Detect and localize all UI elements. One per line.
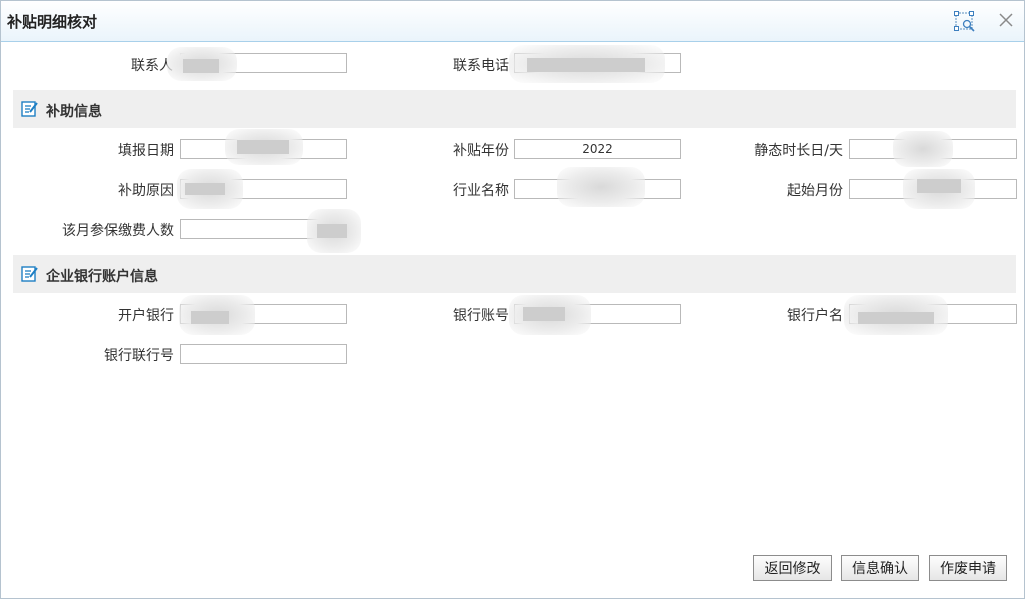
fill-date-label: 填报日期 (118, 143, 174, 159)
account-name-label: 银行户名 (787, 308, 843, 324)
close-icon[interactable] (999, 13, 1013, 31)
redacted-mask (844, 295, 948, 335)
bank-section-title: 企业银行账户信息 (46, 269, 158, 285)
redacted-mask (179, 295, 255, 335)
start-month-label: 起始月份 (787, 183, 843, 199)
redacted-mask (893, 131, 953, 167)
industry-label: 行业名称 (453, 183, 509, 199)
redacted-mask (903, 169, 975, 209)
subsidy-detail-dialog: 补贴明细核对 联系人 联系电话 补助信息 填报日期 补贴年份 2022 静态时长… (0, 0, 1025, 599)
subsidy-section-title: 补助信息 (46, 104, 102, 120)
subsidy-year-input[interactable] (514, 139, 681, 159)
bank-section-header: 企业银行账户信息 (13, 255, 1016, 293)
redacted-mask (225, 129, 303, 165)
redacted-mask (557, 167, 645, 207)
fit-window-icon[interactable] (954, 11, 976, 37)
void-application-button[interactable]: 作废申请 (929, 555, 1007, 581)
bank-label: 开户银行 (118, 308, 174, 324)
edit-note-icon (21, 100, 39, 122)
edit-note-icon (21, 265, 39, 287)
bank-code-input[interactable] (180, 344, 347, 364)
redacted-mask (177, 169, 243, 209)
static-days-label: 静态时长日/天 (754, 143, 843, 159)
bank-code-label: 银行联行号 (104, 348, 174, 364)
redacted-mask (509, 45, 665, 83)
subsidy-year-label: 补贴年份 (453, 143, 509, 159)
redacted-mask (307, 209, 361, 253)
back-edit-button[interactable]: 返回修改 (753, 555, 832, 581)
dialog-titlebar: 补贴明细核对 (1, 1, 1024, 42)
dialog-title: 补贴明细核对 (7, 13, 98, 31)
insured-count-label: 该月参保缴费人数 (62, 223, 174, 239)
subsidy-section-header: 补助信息 (13, 90, 1016, 128)
contact-phone-label: 联系电话 (453, 58, 509, 74)
redacted-mask (167, 47, 237, 81)
reason-label: 补助原因 (118, 183, 174, 199)
account-no-label: 银行账号 (453, 308, 509, 324)
contact-person-label: 联系人 (131, 58, 173, 74)
confirm-info-button[interactable]: 信息确认 (841, 555, 919, 581)
redacted-mask (509, 295, 591, 335)
